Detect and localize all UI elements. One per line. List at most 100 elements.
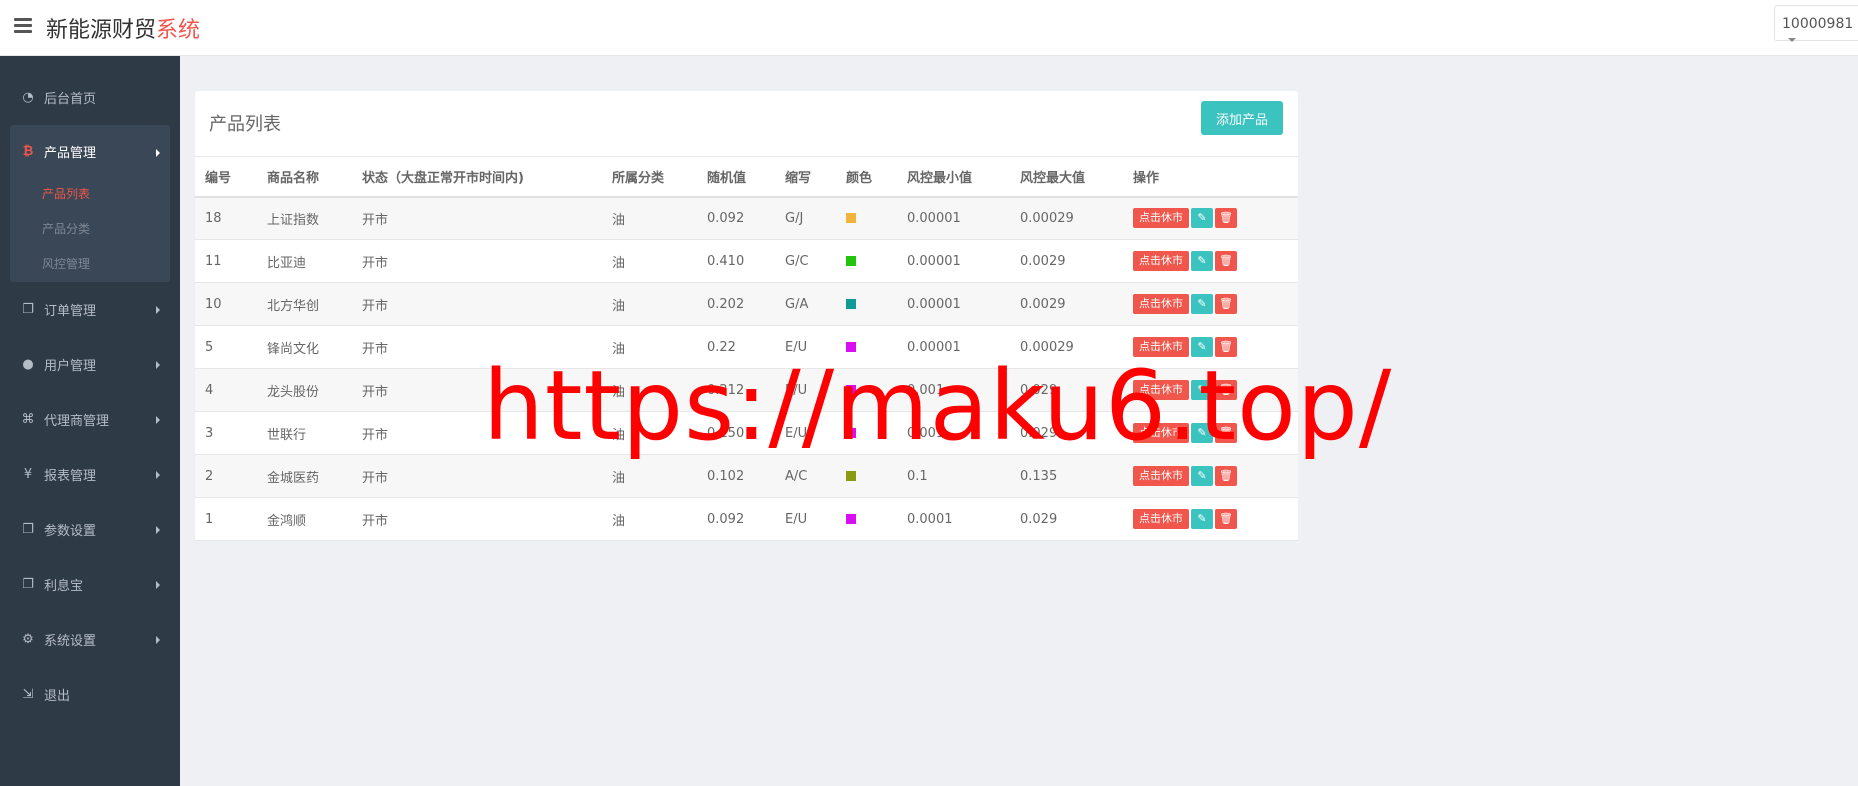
edit-icon[interactable]: ✎: [1191, 509, 1213, 529]
cell-name: 金城医药: [257, 454, 352, 498]
edit-icon[interactable]: ✎: [1191, 208, 1213, 229]
cell-random: 0.150: [697, 411, 775, 455]
chevron-right-icon: [156, 416, 160, 424]
edit-icon[interactable]: ✎: [1191, 337, 1213, 357]
chevron-right-icon: [156, 526, 160, 534]
cell-max: 0.00029: [1010, 196, 1123, 240]
cell-category: 油: [602, 454, 697, 498]
cell-status: 开市: [352, 411, 602, 455]
trash-icon[interactable]: 🗑: [1215, 423, 1237, 443]
cell-name: 金鸿顺: [257, 497, 352, 541]
trash-icon[interactable]: 🗑: [1215, 337, 1237, 357]
column-header: 编号: [195, 156, 257, 198]
chevron-right-icon: [156, 149, 160, 157]
rest-market-button[interactable]: 点击休市: [1133, 208, 1189, 229]
cell-category: 油: [602, 282, 697, 326]
brand-main: 新能源财贸: [46, 18, 157, 43]
sidebar-item-label: 后台首页: [44, 92, 97, 107]
cell-name: 上证指数: [257, 196, 352, 240]
cell-id: 4: [195, 368, 257, 412]
color-swatch: [846, 256, 856, 266]
sidebar-item-label: 利息宝: [44, 579, 84, 594]
chevron-right-icon: [156, 636, 160, 644]
cell-min: 0.00001: [897, 282, 1010, 326]
trash-icon[interactable]: 🗑: [1215, 466, 1237, 486]
copy-icon: ❐: [22, 522, 34, 537]
sidebar-item-logout[interactable]: ⇲ 退出: [0, 667, 180, 722]
cell-name: 世联行: [257, 411, 352, 455]
sidebar-item-home[interactable]: ◔ 后台首页: [0, 70, 180, 125]
rest-market-button[interactable]: 点击休市: [1133, 294, 1189, 314]
sidebar-item-system[interactable]: ⚙ 系统设置: [0, 612, 180, 667]
cell-abbr: E/U: [775, 497, 836, 541]
copy-icon: ❐: [22, 577, 34, 592]
cell-category: 油: [602, 411, 697, 455]
menu-toggle-icon[interactable]: [14, 18, 32, 34]
cell-abbr: G/A: [775, 282, 836, 326]
sidebar-item-orders[interactable]: ❐ 订单管理: [0, 282, 180, 337]
bitcoin-icon: ₿: [22, 144, 34, 159]
edit-icon[interactable]: ✎: [1191, 380, 1213, 400]
user-id: 10000981: [1782, 16, 1854, 32]
color-swatch: [846, 385, 856, 395]
cell-abbr: E/U: [775, 411, 836, 455]
sidebar-item-reports[interactable]: ¥ 报表管理: [0, 447, 180, 502]
edit-icon[interactable]: ✎: [1191, 423, 1213, 443]
user-icon: ●: [22, 357, 34, 372]
edit-icon[interactable]: ✎: [1191, 251, 1213, 271]
edit-icon[interactable]: ✎: [1191, 294, 1213, 314]
sidebar: ◔ 后台首页 ₿ 产品管理 产品列表 产品分类 风控管理 ❐ 订单管理 ● 用户…: [0, 56, 180, 786]
sidebar-subitem-product-list[interactable]: 产品列表: [10, 177, 170, 212]
table-row: 10 北方华创 开市油 0.202 G/A 0.00001 0.0029 点击休市 ✎ 🗑: [195, 282, 1298, 326]
trash-icon[interactable]: 🗑: [1215, 380, 1237, 400]
cell-max: 0.00029: [1010, 325, 1123, 369]
cell-category: 油: [602, 497, 697, 541]
sidebar-item-agents[interactable]: ⌘ 代理商管理: [0, 392, 180, 447]
rest-market-button[interactable]: 点击休市: [1133, 337, 1189, 357]
sidebar-subitem-product-category[interactable]: 产品分类: [10, 212, 170, 247]
chevron-right-icon: [156, 471, 160, 479]
add-product-button[interactable]: 添加产品: [1201, 101, 1283, 135]
trash-icon[interactable]: 🗑: [1215, 208, 1237, 229]
sidebar-item-products[interactable]: ₿ 产品管理: [10, 125, 170, 177]
chevron-right-icon: [156, 306, 160, 314]
sidebar-item-users[interactable]: ● 用户管理: [0, 337, 180, 392]
cell-abbr: E/U: [775, 325, 836, 369]
cell-id: 2: [195, 454, 257, 498]
column-header: 风控最大值: [1010, 156, 1123, 198]
sidebar-item-label: 产品管理: [44, 145, 97, 161]
rest-market-button[interactable]: 点击休市: [1133, 466, 1189, 486]
cell-status: 开市: [352, 368, 602, 412]
chevron-right-icon: [156, 581, 160, 589]
cell-abbr: G/J: [775, 196, 836, 240]
sidebar-group-products: ₿ 产品管理 产品列表 产品分类 风控管理: [10, 125, 170, 282]
table-row: 5 锋尚文化 开市油 0.22 E/U 0.00001 0.00029 点击休市 ✎ 🗑: [195, 325, 1298, 369]
chevron-right-icon: [156, 361, 160, 369]
rest-market-button[interactable]: 点击休市: [1133, 509, 1189, 529]
rest-market-button[interactable]: 点击休市: [1133, 380, 1189, 400]
cell-actions: 点击休市 ✎ 🗑: [1123, 282, 1298, 326]
trash-icon[interactable]: 🗑: [1215, 294, 1237, 314]
cell-category: 油: [602, 325, 697, 369]
sidebar-item-params[interactable]: ❐ 参数设置: [0, 502, 180, 557]
cell-random: 0.202: [697, 282, 775, 326]
cell-random: 0.092: [697, 196, 775, 240]
cell-status: 开市: [352, 196, 602, 240]
trash-icon[interactable]: 🗑: [1215, 509, 1237, 529]
sidebar-subitem-risk-control[interactable]: 风控管理: [10, 247, 170, 282]
cell-category: 油: [602, 368, 697, 412]
sidebar-item-interest[interactable]: ❐ 利息宝: [0, 557, 180, 612]
rest-market-button[interactable]: 点击休市: [1133, 251, 1189, 271]
column-header: 商品名称: [257, 156, 352, 198]
trash-icon[interactable]: 🗑: [1215, 251, 1237, 271]
cell-random: 0.410: [697, 239, 775, 283]
yen-icon: ¥: [23, 467, 33, 482]
edit-icon[interactable]: ✎: [1191, 466, 1213, 486]
column-header: 风控最小值: [897, 156, 1010, 198]
cell-max: 0.0029: [1010, 282, 1123, 326]
rest-market-button[interactable]: 点击休市: [1133, 423, 1189, 443]
brand-accent: 系统: [156, 18, 201, 43]
user-dropdown[interactable]: 10000981: [1774, 5, 1858, 42]
cell-id: 11: [195, 239, 257, 283]
cell-name: 锋尚文化: [257, 325, 352, 369]
